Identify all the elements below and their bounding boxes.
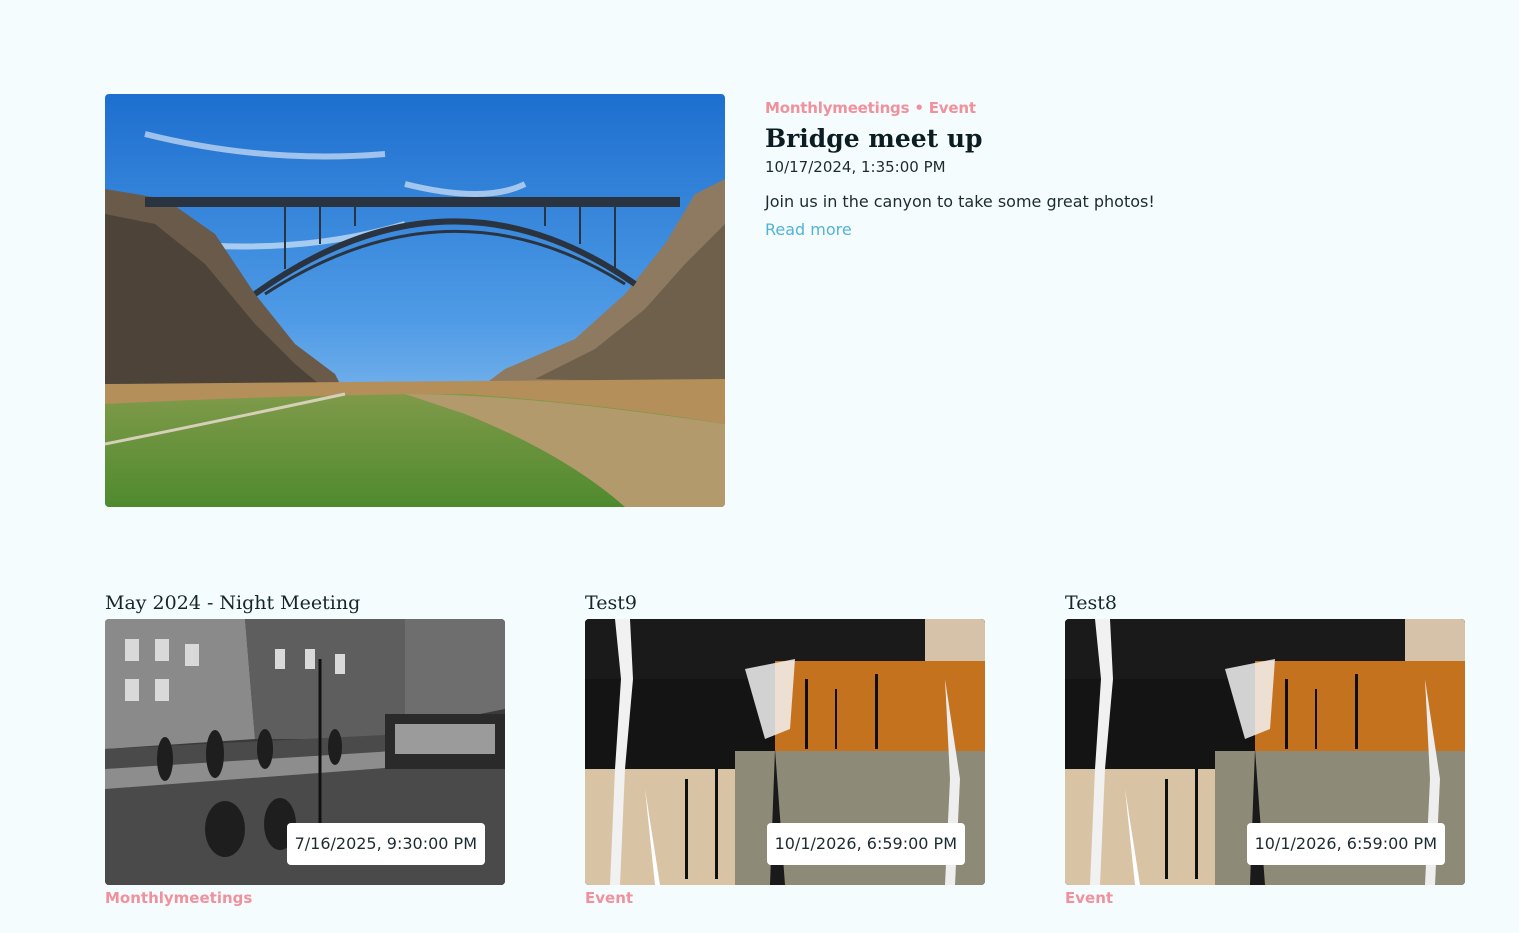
card-title[interactable]: Test8 (1065, 590, 1465, 619)
featured-category[interactable]: Monthlymeetings • Event (765, 98, 1385, 118)
featured-date: 10/17/2024, 1:35:00 PM (765, 158, 946, 176)
card-category[interactable]: Event (1065, 887, 1465, 909)
read-more-link[interactable]: Read more (765, 219, 852, 241)
card-category[interactable]: Monthlymeetings (105, 887, 505, 909)
card-image[interactable]: 10/1/2026, 6:59:00 PM (1065, 619, 1465, 885)
event-card[interactable]: Test8 10/1/2026, 6:59:00 PM Event (1065, 590, 1465, 920)
card-title[interactable]: May 2024 - Night Meeting (105, 590, 505, 619)
event-cards: May 2024 - Night Meeting 7/16/2025, 9:30… (105, 590, 1505, 920)
event-card[interactable]: Test9 10/1/2026, 6:59:00 PM Event (585, 590, 985, 920)
featured-info: Monthlymeetings • Event Bridge meet up 1… (765, 98, 1385, 241)
event-card[interactable]: May 2024 - Night Meeting 7/16/2025, 9:30… (105, 590, 505, 920)
featured-post: Monthlymeetings • Event Bridge meet up 1… (105, 94, 1405, 507)
card-image[interactable]: 10/1/2026, 6:59:00 PM (585, 619, 985, 885)
card-image[interactable]: 7/16/2025, 9:30:00 PM (105, 619, 505, 885)
card-date-badge: 7/16/2025, 9:30:00 PM (286, 823, 485, 865)
bridge-canyon-photo-icon (105, 94, 725, 507)
card-date-badge: 10/1/2026, 6:59:00 PM (766, 823, 965, 865)
card-category[interactable]: Event (585, 887, 985, 909)
featured-image[interactable] (105, 94, 725, 507)
featured-title[interactable]: Bridge meet up (765, 122, 1385, 156)
card-date-badge: 10/1/2026, 6:59:00 PM (1246, 823, 1445, 865)
card-title[interactable]: Test9 (585, 590, 985, 619)
featured-description: Join us in the canyon to take some great… (765, 192, 1155, 211)
